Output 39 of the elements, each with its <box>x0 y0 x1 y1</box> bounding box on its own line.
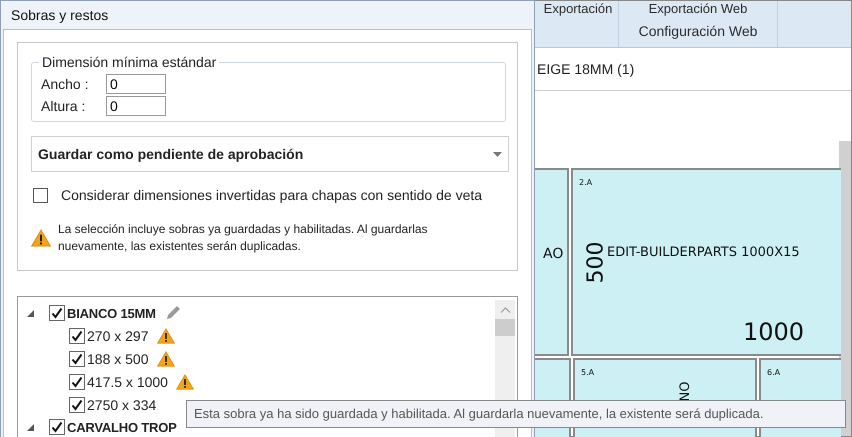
width-dimension: 1000 <box>743 318 804 346</box>
leftover-item[interactable]: 270 x 297 <box>87 328 148 344</box>
checkbox[interactable] <box>33 188 48 202</box>
tooltip: Esta sobra ya ha sido guardada y habilitada. Al guardarla nuevamente, la existente será duplicada. <box>186 400 846 428</box>
piece-label: 5.A <box>581 368 594 377</box>
checkbox[interactable] <box>69 328 85 344</box>
checkbox[interactable] <box>49 419 65 435</box>
field-label: Ancho : <box>41 76 90 92</box>
checkbox[interactable] <box>69 374 85 390</box>
checkbox[interactable] <box>69 396 85 412</box>
input-field[interactable]: 0 <box>106 96 166 116</box>
leftover-item[interactable]: 417.5 x 1000 <box>87 374 168 390</box>
board-item[interactable]: BIANCO 15MM <box>67 306 156 320</box>
group-title: Dimensión mínima estándar <box>39 54 220 70</box>
ribbon-button[interactable]: Exportación Web <box>648 1 748 16</box>
field-label: Altura : <box>41 98 86 114</box>
leftover-item[interactable]: 188 x 500 <box>87 350 148 366</box>
checkbox[interactable] <box>69 350 85 366</box>
warning-message: La selección incluye sobras ya guardadas y habilitadas. Al guardarlas nuevamente, las existentes serán duplicadas. <box>58 221 429 255</box>
panel-piece[interactable]: 2.A 500 EDIT-BUILDERPARTS 1000X15 1000 <box>571 168 841 356</box>
piece-name: EDIT-BUILDERPARTS 1000X15 <box>607 245 800 260</box>
piece-name: ON <box>675 382 690 402</box>
checkbox[interactable] <box>49 305 65 321</box>
leftover-item[interactable]: 2750 x 334 <box>87 396 156 412</box>
checkbox-label[interactable]: Considerar dimensiones invertidas para chapas con sentido de veta <box>61 187 482 203</box>
dialog-title: Sobras y restos <box>10 6 110 25</box>
height-dimension: 500 <box>584 242 608 284</box>
warning-icon <box>31 229 51 247</box>
piece-label: 2.A <box>579 178 592 187</box>
piece-name: AO <box>543 246 564 262</box>
piece-label: 6.A <box>767 368 780 377</box>
board-tab[interactable]: EIGE 18MM (1) <box>537 61 634 77</box>
ribbon-button[interactable]: Configuración Web <box>638 22 758 40</box>
scroll-thumb[interactable] <box>495 319 515 336</box>
ribbon-button[interactable]: Exportación <box>544 1 612 16</box>
board-item[interactable]: CARVALHO TROP <box>67 420 177 434</box>
caret-icon <box>493 152 502 156</box>
input-field[interactable]: 0 <box>106 74 166 94</box>
save-mode-dropdown[interactable]: Guardar como pendiente de aprobación <box>31 136 509 172</box>
